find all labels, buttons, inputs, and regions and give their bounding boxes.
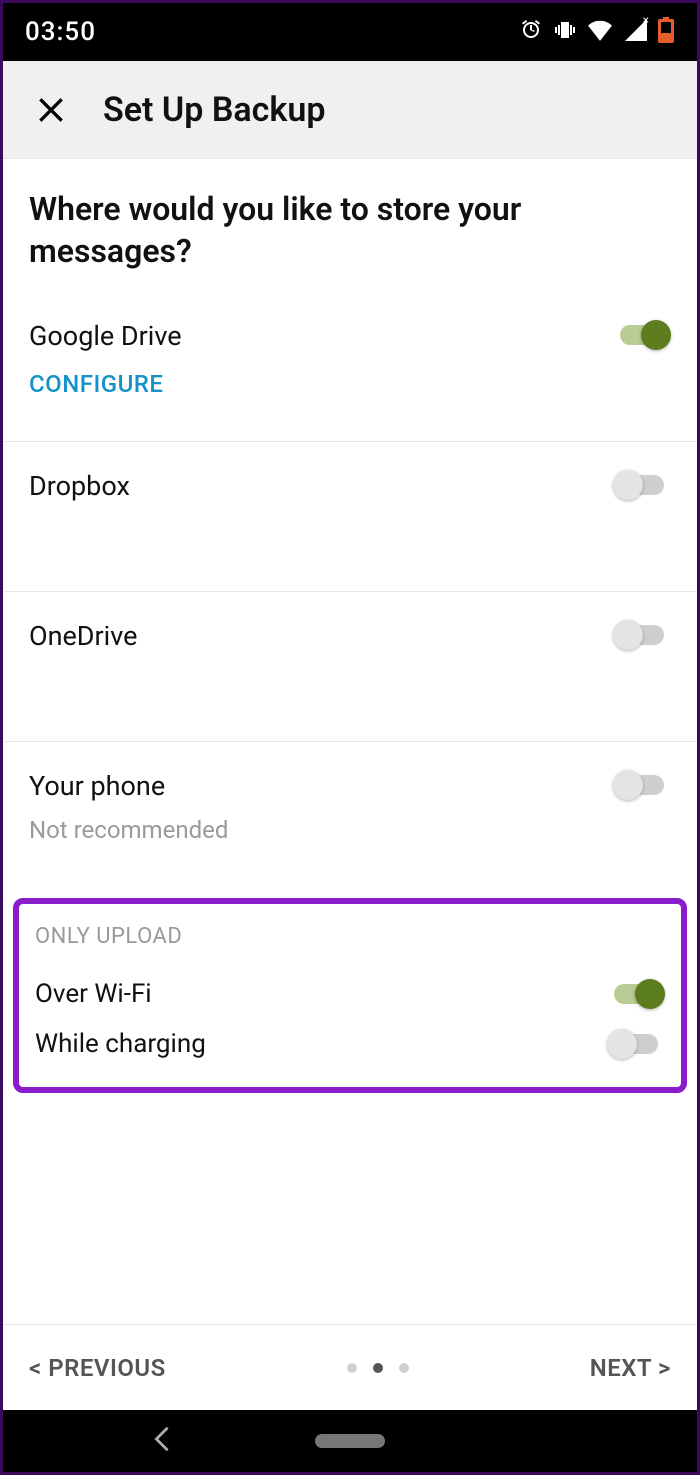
page-title: Set Up Backup — [103, 90, 325, 130]
main-content: Where would you like to store your messa… — [3, 159, 697, 1410]
alarm-icon — [519, 18, 543, 46]
toggle-wifi[interactable] — [607, 979, 665, 1009]
page-indicator — [347, 1363, 409, 1373]
next-button[interactable]: NEXT > — [590, 1354, 671, 1382]
status-icons: × — [519, 17, 675, 47]
toggle-charging[interactable] — [607, 1029, 665, 1059]
upload-row-charging[interactable]: While charging — [35, 1019, 665, 1069]
wizard-footer: < PREVIOUS NEXT > — [3, 1324, 697, 1410]
toggle-dropbox[interactable] — [613, 470, 671, 500]
back-icon[interactable] — [153, 1425, 171, 1457]
section-label: ONLY UPLOAD — [35, 924, 665, 949]
cellular-icon: × — [623, 19, 647, 45]
app-header: Set Up Backup — [3, 61, 697, 159]
upload-label: Over Wi-Fi — [35, 979, 152, 1009]
home-pill[interactable] — [315, 1434, 385, 1448]
page-dot — [347, 1363, 357, 1373]
option-subtext: Not recommended — [29, 816, 671, 844]
status-time: 03:50 — [25, 17, 96, 47]
battery-icon — [657, 17, 675, 47]
status-bar: 03:50 × — [3, 3, 697, 61]
upload-conditions-section: ONLY UPLOAD Over Wi-Fi While charging — [13, 898, 687, 1093]
wifi-icon — [587, 19, 613, 45]
question-heading: Where would you like to store your messa… — [3, 159, 697, 292]
option-dropbox[interactable]: Dropbox — [3, 442, 697, 592]
option-google-drive[interactable]: Google Drive CONFIGURE — [3, 292, 697, 442]
upload-row-wifi[interactable]: Over Wi-Fi — [35, 969, 665, 1019]
toggle-your-phone[interactable] — [613, 770, 671, 800]
configure-link[interactable]: CONFIGURE — [29, 370, 671, 398]
page-dot-active — [373, 1363, 383, 1373]
option-label: Google Drive — [29, 320, 671, 352]
option-label: Dropbox — [29, 470, 671, 502]
option-label: OneDrive — [29, 620, 671, 652]
close-button[interactable] — [23, 82, 79, 138]
upload-label: While charging — [35, 1029, 206, 1059]
previous-button[interactable]: < PREVIOUS — [29, 1354, 166, 1382]
option-your-phone[interactable]: Your phone Not recommended — [3, 742, 697, 892]
option-onedrive[interactable]: OneDrive — [3, 592, 697, 742]
android-nav-bar — [3, 1410, 697, 1472]
page-dot — [399, 1363, 409, 1373]
option-label: Your phone — [29, 770, 671, 802]
toggle-google-drive[interactable] — [613, 320, 671, 350]
vibrate-icon — [553, 18, 577, 46]
close-icon — [35, 94, 67, 126]
toggle-onedrive[interactable] — [613, 620, 671, 650]
